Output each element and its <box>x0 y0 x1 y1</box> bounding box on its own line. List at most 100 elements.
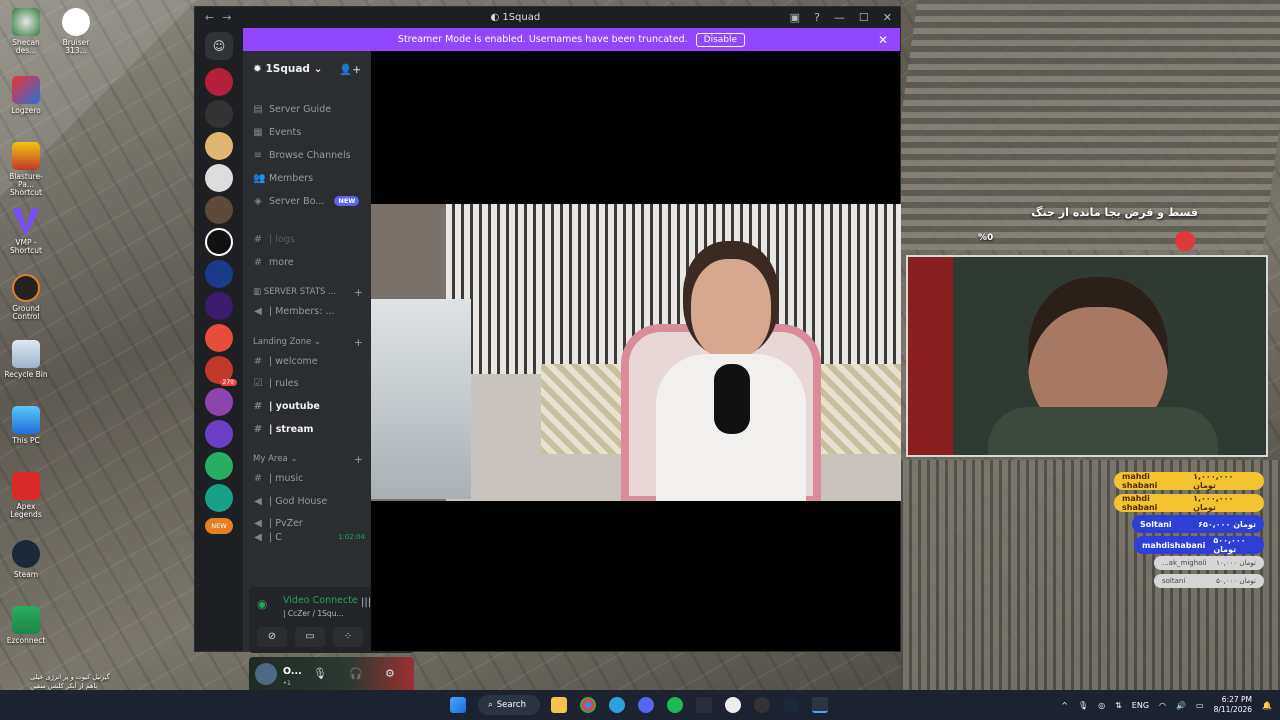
category-my-area[interactable]: My Area ⌄ + <box>253 452 363 466</box>
inbox-icon[interactable]: ▣ <box>790 11 800 24</box>
notifications-icon[interactable]: 🔔 <box>1262 701 1272 710</box>
obs-icon[interactable] <box>754 697 770 713</box>
spotify-icon[interactable] <box>667 697 683 713</box>
microphone-tray-icon[interactable]: 🎙 <box>1078 701 1088 710</box>
server-icon[interactable] <box>205 260 233 288</box>
chevron-up-icon[interactable]: ^ <box>1061 701 1068 710</box>
channel-god-house[interactable]: ◀ | God House <box>253 491 365 511</box>
server-icon[interactable] <box>205 164 233 192</box>
server-icon[interactable] <box>205 388 233 416</box>
stream-video[interactable] <box>371 204 901 501</box>
minimize-button[interactable]: — <box>834 11 845 24</box>
desktop-icon-blasture[interactable]: Blasture-Pa... Shortcut <box>2 142 50 197</box>
wifi-icon[interactable]: ◠ <box>1159 701 1166 710</box>
steam-icon <box>12 540 40 568</box>
channel-c-voice[interactable]: ◀ | C 1:02:04 <box>253 531 365 543</box>
server-icon[interactable]: 279 <box>205 356 237 386</box>
chrome-icon[interactable] <box>580 697 596 713</box>
desktop-icon-steam[interactable]: Steam <box>2 540 50 579</box>
server-icon[interactable] <box>205 292 233 320</box>
desktop-icon-vmp[interactable]: VMP - Shortcut <box>2 208 50 255</box>
noise-suppression-icon[interactable]: ||| <box>361 597 371 608</box>
volume-icon[interactable]: 🔊 <box>1176 701 1186 710</box>
channel-music[interactable]: # | music <box>253 468 365 488</box>
search-icon: ⌕ <box>488 700 493 710</box>
server-header[interactable]: ✹ 1Squad ⌄ 👤+ <box>243 51 371 87</box>
server-icon[interactable] <box>205 324 233 352</box>
downloader-icon[interactable] <box>812 697 828 713</box>
activities-button[interactable]: ⁘ <box>333 627 363 647</box>
username[interactable]: O... <box>283 666 302 677</box>
desktop-icon-this-pc[interactable]: This PC <box>2 406 50 445</box>
channel-stream[interactable]: # | stream <box>253 419 365 439</box>
channel-welcome[interactable]: # | welcome <box>253 351 365 371</box>
hashtag-icon: # <box>253 400 263 412</box>
menu-events[interactable]: ▦ Events <box>253 122 365 142</box>
menu-members[interactable]: 👥 Members <box>253 168 365 188</box>
discord-home-icon[interactable]: ☺ <box>205 32 233 60</box>
add-channel-icon[interactable]: + <box>354 453 363 466</box>
menu-browse-channels[interactable]: ≡ Browse Channels <box>253 145 365 165</box>
battery-icon[interactable]: ▭ <box>1196 701 1204 710</box>
desktop-icon-ezconnect[interactable]: Ezconnect <box>2 606 50 645</box>
back-arrow-icon[interactable]: ← <box>205 11 214 24</box>
server-icon[interactable] <box>205 484 233 512</box>
headphones-icon[interactable]: 🎧 <box>349 667 363 680</box>
server-icon[interactable] <box>205 196 233 224</box>
media-player-icon[interactable] <box>725 697 741 713</box>
desktop-icon-bruiser[interactable]: Bruiser 313... <box>52 8 100 55</box>
avatar[interactable] <box>255 663 277 685</box>
forward-arrow-icon[interactable]: → <box>222 11 231 24</box>
webcam-overlay <box>906 255 1268 457</box>
discord-taskbar-icon[interactable] <box>638 697 654 713</box>
stream-stage[interactable] <box>371 51 901 651</box>
maximize-button[interactable]: ☐ <box>859 11 869 24</box>
channel-rules[interactable]: ☑ | rules <box>253 373 365 393</box>
screen-share-button[interactable]: ▭ <box>295 627 325 647</box>
signal-icon[interactable]: ◉ <box>257 597 267 611</box>
server-icon[interactable] <box>205 132 233 160</box>
language-indicator[interactable]: ENG <box>1132 701 1149 710</box>
list-icon: ≡ <box>253 149 263 161</box>
server-icon[interactable] <box>205 100 233 128</box>
camera-off-button[interactable]: ⊘ <box>257 627 287 647</box>
category-landing-zone[interactable]: Landing Zone ⌄ + <box>253 335 363 349</box>
server-icon[interactable] <box>205 68 233 96</box>
menu-server-boost[interactable]: ◈ Server Bo... NEW <box>253 191 365 211</box>
desktop-icon-recycle-bin[interactable]: Recycle Bin <box>2 340 50 379</box>
windows-start-icon[interactable] <box>450 697 466 713</box>
category-server-stats[interactable]: ▥ SERVER STATS ... + <box>253 285 363 299</box>
taskbar-search[interactable]: ⌕ Search <box>478 695 540 715</box>
file-explorer-icon[interactable] <box>551 697 567 713</box>
add-channel-icon[interactable]: + <box>354 286 363 299</box>
channel-more[interactable]: # more <box>253 252 365 272</box>
server-icon[interactable] <box>205 420 233 448</box>
channel-pvzer[interactable]: ◀ | PvZer <box>253 513 365 533</box>
desktop-icon-apex[interactable]: Apex Legends <box>2 472 50 519</box>
gear-icon[interactable]: ⚙ <box>385 667 395 680</box>
server-1squad-icon[interactable] <box>205 228 233 256</box>
app-tray-icon[interactable]: ◎ <box>1098 701 1105 710</box>
server-logo-icon: ✹ <box>253 63 266 75</box>
app-icon[interactable] <box>696 697 712 713</box>
desktop-icon-shecan[interactable]: Shecan des... <box>2 8 50 55</box>
steam-taskbar-icon[interactable] <box>783 697 799 713</box>
clock[interactable]: 6:27 PM 8/11/2026 <box>1214 695 1252 715</box>
telegram-icon[interactable] <box>609 697 625 713</box>
channel-members-stat[interactable]: ◀ | Members: ... <box>253 301 365 321</box>
close-banner-icon[interactable]: ✕ <box>878 33 888 47</box>
desktop-icon-ground-control[interactable]: Ground Control <box>2 274 50 321</box>
disable-streamer-mode-button[interactable]: Disable <box>695 32 746 47</box>
network-icon[interactable]: ⇅ <box>1115 701 1122 710</box>
invite-people-icon[interactable]: 👤+ <box>339 63 361 76</box>
desktop-icon-logzero[interactable]: Logzero <box>2 76 50 115</box>
channel-logs[interactable]: # | logs <box>253 229 365 249</box>
close-button[interactable]: ✕ <box>883 11 892 24</box>
channel-youtube[interactable]: # | youtube <box>253 396 365 416</box>
voice-location[interactable]: | CcZer / 1Squ... <box>283 609 344 618</box>
help-icon[interactable]: ? <box>814 11 820 24</box>
add-channel-icon[interactable]: + <box>354 336 363 349</box>
microphone-icon[interactable]: 🎙 <box>313 667 327 680</box>
server-icon[interactable] <box>205 452 233 480</box>
menu-server-guide[interactable]: ▤ Server Guide <box>253 99 365 119</box>
